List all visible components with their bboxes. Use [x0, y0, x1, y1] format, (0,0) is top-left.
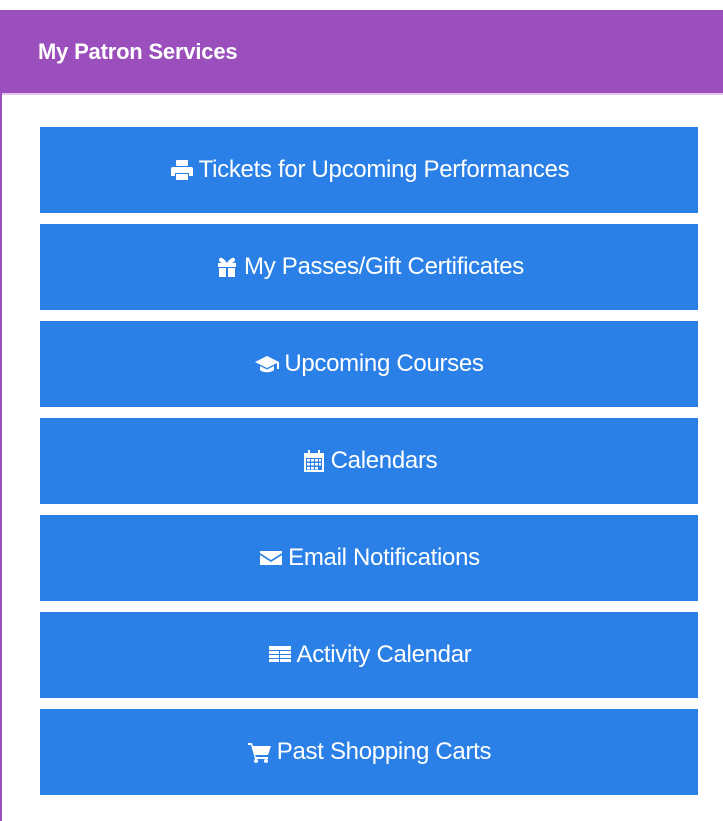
button-label: Email Notifications — [288, 544, 480, 571]
upcoming-courses-button[interactable]: Upcoming Courses — [40, 321, 698, 407]
calendars-button[interactable]: Calendars — [40, 418, 698, 504]
panel-header: My Patron Services — [2, 10, 723, 95]
list-calendar-icon — [267, 643, 293, 667]
button-label: Upcoming Courses — [284, 350, 484, 377]
panel-body: Tickets for Upcoming Performances My Pas… — [2, 95, 723, 795]
envelope-icon — [258, 546, 284, 570]
patron-services-panel: My Patron Services Tickets for Upcoming … — [0, 10, 723, 821]
print-icon — [169, 158, 195, 182]
shopping-cart-icon — [247, 740, 273, 764]
button-label: Past Shopping Carts — [276, 738, 492, 765]
calendar-icon — [301, 449, 327, 473]
gift-icon — [214, 255, 240, 279]
button-label: Activity Calendar — [296, 641, 472, 668]
button-label: Calendars — [330, 447, 438, 474]
button-label: Tickets for Upcoming Performances — [198, 156, 570, 183]
past-shopping-carts-button[interactable]: Past Shopping Carts — [40, 709, 698, 795]
passes-gift-certificates-button[interactable]: My Passes/Gift Certificates — [40, 224, 698, 310]
activity-calendar-button[interactable]: Activity Calendar — [40, 612, 698, 698]
tickets-upcoming-performances-button[interactable]: Tickets for Upcoming Performances — [40, 127, 698, 213]
graduation-cap-icon — [254, 352, 280, 376]
button-label: My Passes/Gift Certificates — [244, 253, 524, 280]
panel-title: My Patron Services — [38, 38, 238, 64]
email-notifications-button[interactable]: Email Notifications — [40, 515, 698, 601]
